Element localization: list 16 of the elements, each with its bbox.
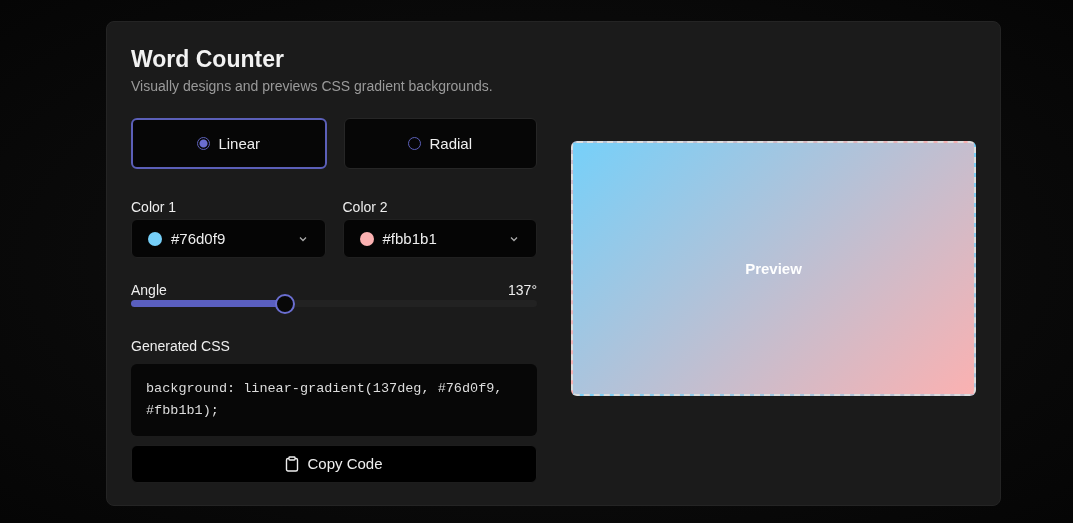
copy-code-button[interactable]: Copy Code <box>131 444 537 483</box>
color-label: Color 2 <box>342 199 389 215</box>
generated-css-label: Generated CSS <box>131 337 231 354</box>
color-label: Color 1 <box>131 199 178 215</box>
app-title: Word Counter <box>131 45 285 74</box>
mode-option[interactable]: Radial <box>343 118 537 169</box>
mode-option[interactable]: Linear <box>131 118 327 169</box>
app-subtitle: Visually designs and previews CSS gradient backgrounds. <box>131 78 494 94</box>
angle-label: Angle <box>131 282 167 298</box>
clipboard-icon <box>285 455 300 472</box>
preview-label: Preview <box>745 260 802 277</box>
color-select[interactable]: #fbb1b1 <box>342 219 537 258</box>
angle-reading: 137° <box>508 282 537 298</box>
radio-icon <box>197 137 211 150</box>
color-select[interactable]: #76d0f9 <box>131 219 326 258</box>
code-block: background: linear-gradient(137deg, #76d0f9, #fbb1b1); <box>131 363 537 436</box>
